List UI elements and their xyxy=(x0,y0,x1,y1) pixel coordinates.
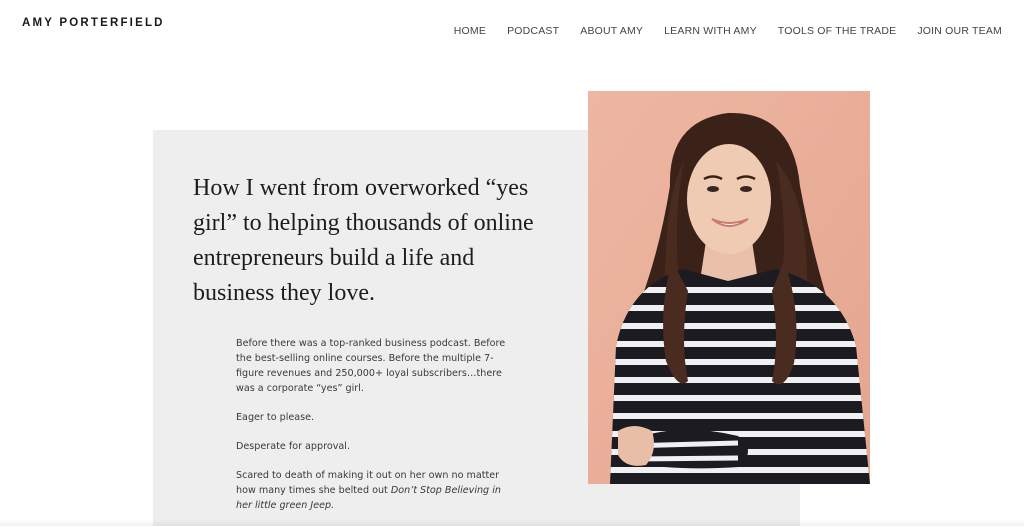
nav-item-podcast: PODCAST xyxy=(507,21,559,39)
amy-portrait-photo xyxy=(588,91,870,484)
main-nav: HOME PODCAST ABOUT AMY LEARN WITH AMY TO… xyxy=(454,21,1002,39)
nav-link-podcast[interactable]: PODCAST xyxy=(507,25,559,37)
hero-paragraph: Eager to please. xyxy=(236,412,315,423)
nav-link-learn-with-amy[interactable]: LEARN WITH AMY xyxy=(664,25,757,37)
nav-item-tools-of-the-trade: TOOLS OF THE TRADE xyxy=(778,21,897,39)
hero-paragraph: Scared to death of making it out on her … xyxy=(236,468,516,513)
site-logo[interactable]: AMY PORTERFIELD xyxy=(22,17,165,29)
hero-paragraph: Before there was a top-ranked business p… xyxy=(236,338,506,394)
hero-body-copy: Before there was a top-ranked business p… xyxy=(236,336,516,527)
nav-link-join-our-team[interactable]: JOIN OUR TEAM xyxy=(917,25,1002,37)
nav-item-learn-with-amy: LEARN WITH AMY xyxy=(664,21,757,39)
nav-link-tools-of-the-trade[interactable]: TOOLS OF THE TRADE xyxy=(778,25,897,37)
nav-item-about-amy: ABOUT AMY xyxy=(580,21,643,39)
portrait-illustration xyxy=(588,91,870,484)
hero-headline: How I went from overworked “yes girl” to… xyxy=(193,175,534,306)
nav-item-home: HOME xyxy=(454,21,486,39)
hero-paragraph: Desperate for approval. xyxy=(236,441,350,452)
nav-link-about-amy[interactable]: ABOUT AMY xyxy=(580,25,643,37)
nav-item-join-our-team: JOIN OUR TEAM xyxy=(917,21,1002,39)
bottom-edge-shadow xyxy=(0,520,1024,526)
nav-link-home[interactable]: HOME xyxy=(454,25,486,37)
